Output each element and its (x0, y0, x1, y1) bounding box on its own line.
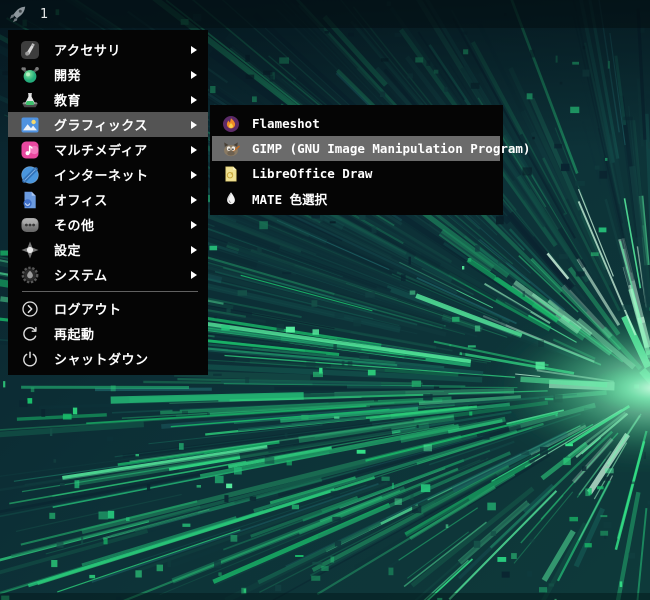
gimp-icon (222, 140, 240, 158)
menu-separator (22, 291, 198, 292)
menu-item-shutdown[interactable]: シャットダウン (8, 346, 208, 371)
menu-item-label: 設定 (54, 244, 82, 259)
submenu-item-libreoffice-draw[interactable]: LibreOffice Draw (210, 161, 503, 186)
submenu-item-label: LibreOffice Draw (252, 166, 373, 181)
top-panel: 1 (0, 0, 650, 28)
menu-item-graphics[interactable]: グラフィックス (8, 112, 208, 137)
education-icon (20, 90, 40, 110)
menu-item-label: システム (54, 269, 108, 284)
menu-item-label: アクセサリ (54, 44, 121, 59)
menu-item-label: ログアウト (54, 303, 122, 318)
submenu-arrow-icon (190, 195, 198, 204)
menu-item-system[interactable]: システム (8, 262, 208, 287)
submenu-arrow-icon (190, 170, 198, 179)
menu-item-label: その他 (54, 219, 95, 234)
menu-item-label: 教育 (54, 94, 82, 109)
applications-menu: アクセサリ 開発 教育 グラフィックス マルチメディア インターネット オフィス… (8, 30, 208, 375)
graphics-submenu: Flameshot GIMP (GNU Image Manipulation P… (210, 105, 530, 215)
color-picker-icon (222, 190, 240, 208)
submenu-arrow-icon (190, 70, 198, 79)
workspace-indicator[interactable]: 1 (38, 8, 48, 21)
menu-item-restart[interactable]: 再起動 (8, 321, 208, 346)
shutdown-icon (21, 350, 39, 368)
menu-item-logout[interactable]: ログアウト (8, 296, 208, 321)
office-icon (20, 190, 40, 210)
submenu-arrow-icon (190, 220, 198, 229)
accessories-icon (20, 40, 40, 60)
submenu-arrow-icon (190, 120, 198, 129)
submenu-arrow-icon (190, 270, 198, 279)
menu-item-education[interactable]: 教育 (8, 87, 208, 112)
submenu-arrow-icon (190, 245, 198, 254)
internet-icon (20, 165, 40, 185)
menu-item-accessories[interactable]: アクセサリ (8, 37, 208, 62)
submenu-arrow-icon (190, 95, 198, 104)
app-launcher-button[interactable] (7, 3, 29, 25)
menu-item-development[interactable]: 開発 (8, 62, 208, 87)
menu-item-label: インターネット (54, 169, 149, 184)
submenu-item-gimp[interactable]: GIMP (GNU Image Manipulation Program) (212, 136, 530, 161)
flameshot-icon (222, 115, 240, 133)
submenu-item-flameshot[interactable]: Flameshot (210, 111, 503, 136)
submenu-item-label: Flameshot (252, 116, 320, 131)
submenu-arrow-icon (190, 145, 198, 154)
submenu-arrow-icon (190, 45, 198, 54)
menu-item-label: オフィス (54, 194, 108, 209)
submenu-item-label: MATE 色選択 (252, 192, 328, 207)
rocket-icon (8, 4, 28, 24)
menu-item-label: 開発 (54, 69, 82, 84)
menu-item-office[interactable]: オフィス (8, 187, 208, 212)
settings-icon (20, 240, 40, 260)
menu-item-settings[interactable]: 設定 (8, 237, 208, 262)
development-icon (20, 65, 40, 85)
system-icon (20, 265, 40, 285)
libreoffice-draw-icon (222, 165, 240, 183)
menu-item-other[interactable]: その他 (8, 212, 208, 237)
other-icon (20, 215, 40, 235)
bottom-edge-strip (0, 593, 650, 600)
multimedia-icon (20, 140, 40, 160)
menu-item-multimedia[interactable]: マルチメディア (8, 137, 208, 162)
menu-item-label: シャットダウン (54, 353, 149, 368)
menu-item-label: マルチメディア (54, 144, 148, 159)
submenu-item-mate-color-select[interactable]: MATE 色選択 (210, 186, 503, 211)
submenu-item-label: GIMP (GNU Image Manipulation Program) (252, 141, 531, 156)
logout-icon (21, 300, 39, 318)
restart-icon (21, 325, 39, 343)
menu-item-label: 再起動 (54, 328, 95, 343)
desktop[interactable]: 1 アクセサリ 開発 教育 グラフィックス マルチメディア インターネット オフ… (0, 0, 650, 600)
menu-item-internet[interactable]: インターネット (8, 162, 208, 187)
menu-item-label: グラフィックス (54, 119, 148, 134)
graphics-icon (20, 115, 40, 135)
